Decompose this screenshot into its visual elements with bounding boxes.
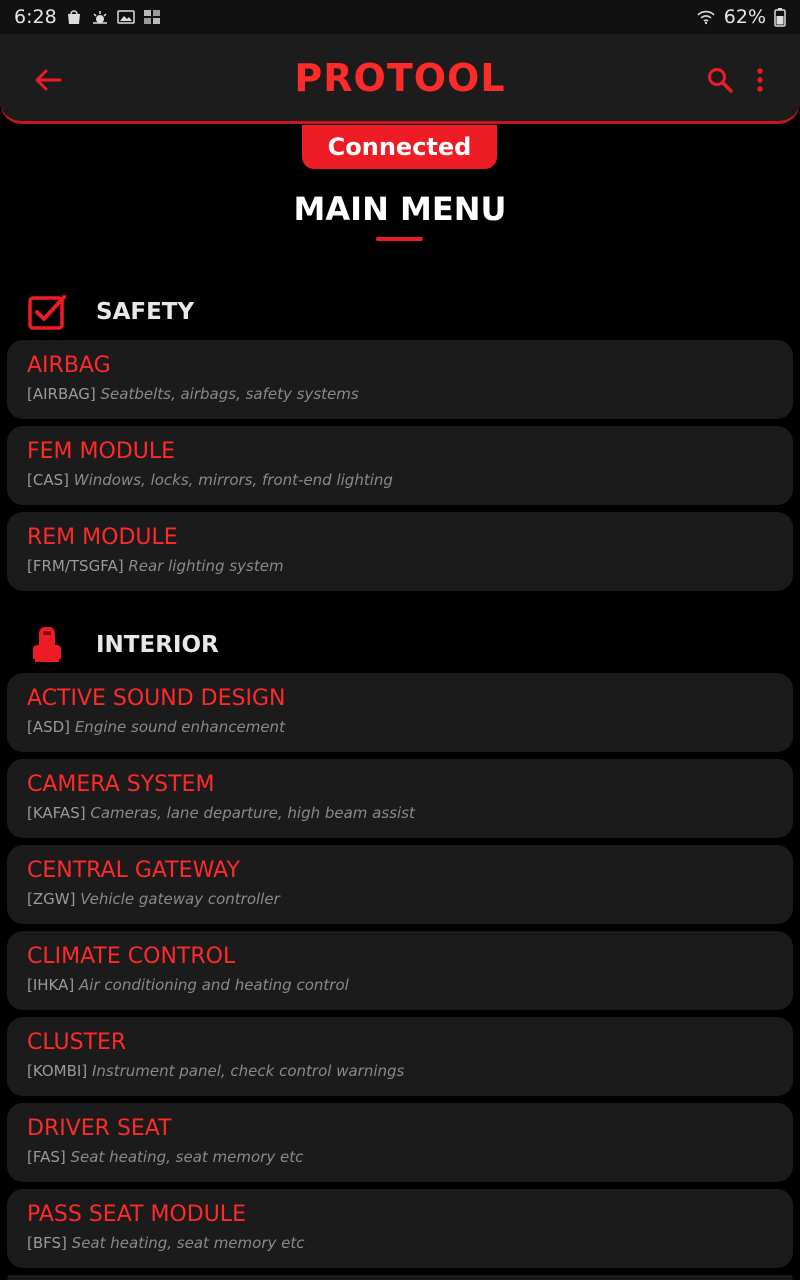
- item-title: FEM MODULE: [27, 439, 176, 464]
- checkbox-icon: [26, 292, 68, 332]
- menu-item-cluster[interactable]: CLUSTER [KOMBI] Instrument panel, check …: [7, 1017, 793, 1096]
- menu-item-airbag[interactable]: AIRBAG [AIRBAG] Seatbelts, airbags, safe…: [7, 340, 793, 419]
- battery-percentage: 62%: [723, 6, 766, 28]
- item-title: AIRBAG: [27, 353, 111, 378]
- status-bar: 6:28 62%: [0, 0, 800, 34]
- item-code: [ASD]: [27, 718, 71, 736]
- back-arrow-icon: [35, 69, 62, 91]
- menu-item-driver-seat[interactable]: DRIVER SEAT [FAS] Seat heating, seat mem…: [7, 1103, 793, 1182]
- search-button[interactable]: [700, 62, 740, 98]
- item-code: [AIRBAG]: [27, 385, 96, 403]
- menu-item-central-gateway[interactable]: CENTRAL GATEWAY [ZGW] Vehicle gateway co…: [7, 845, 793, 924]
- search-icon: [708, 68, 733, 93]
- section-label: SAFETY: [96, 299, 195, 325]
- item-title: CENTRAL GATEWAY: [27, 858, 240, 883]
- page-title: MAIN MENU: [293, 190, 507, 228]
- item-code: [FAS]: [27, 1148, 66, 1166]
- item-description: Engine sound enhancement: [74, 718, 285, 736]
- more-options-button[interactable]: [746, 62, 774, 98]
- item-description: Cameras, lane departure, high beam assis…: [90, 804, 415, 822]
- item-code: [BFS]: [27, 1234, 67, 1252]
- item-code: [KAFAS]: [27, 804, 86, 822]
- weather-icon: [92, 11, 107, 24]
- item-title: CLUSTER: [27, 1030, 127, 1055]
- app-title: PROTOOL: [294, 55, 506, 100]
- item-title: REM MODULE: [27, 525, 178, 550]
- menu-item-pass-seat-module[interactable]: PASS SEAT MODULE [BFS] Seat heating, sea…: [7, 1189, 793, 1268]
- menu-item-partial[interactable]: [7, 1275, 793, 1280]
- menu-item-active-sound-design[interactable]: ACTIVE SOUND DESIGN [ASD] Engine sound e…: [7, 673, 793, 752]
- item-description: Rear lighting system: [128, 557, 284, 575]
- item-title: DRIVER SEAT: [27, 1116, 172, 1141]
- item-description: Seatbelts, airbags, safety systems: [100, 385, 359, 403]
- section-header-safety: SAFETY: [26, 292, 786, 332]
- connection-status-badge: Connected: [302, 125, 497, 169]
- menu-item-camera-system[interactable]: CAMERA SYSTEM [KAFAS] Cameras, lane depa…: [7, 759, 793, 838]
- item-code: [ZGW]: [27, 890, 76, 908]
- item-title: PASS SEAT MODULE: [27, 1202, 246, 1227]
- item-description: Seat heating, seat memory etc: [71, 1234, 305, 1252]
- back-button[interactable]: [26, 62, 70, 98]
- section-label: INTERIOR: [96, 632, 219, 658]
- title-underline: [376, 237, 423, 241]
- item-code: [IHKA]: [27, 976, 75, 994]
- item-title: ACTIVE SOUND DESIGN: [27, 686, 286, 711]
- item-description: Instrument panel, check control warnings: [91, 1062, 405, 1080]
- item-code: [KOMBI]: [27, 1062, 88, 1080]
- car-seat-icon: [26, 625, 68, 665]
- image-icon: [116, 10, 135, 24]
- item-code: [CAS]: [27, 471, 69, 489]
- item-title: CLIMATE CONTROL: [27, 944, 236, 969]
- item-title: CAMERA SYSTEM: [27, 772, 215, 797]
- item-code: [FRM/TSGFA]: [27, 557, 124, 575]
- shopping-bag-icon: [67, 10, 80, 24]
- battery-icon: [774, 8, 786, 27]
- section-header-interior: INTERIOR: [26, 625, 786, 665]
- status-time: 6:28: [14, 6, 57, 28]
- wifi-icon: [697, 10, 715, 25]
- more-vertical-icon: [757, 68, 763, 92]
- item-description: Air conditioning and heating control: [79, 976, 349, 994]
- menu-item-fem-module[interactable]: FEM MODULE [CAS] Windows, locks, mirrors…: [7, 426, 793, 505]
- menu-item-rem-module[interactable]: REM MODULE [FRM/TSGFA] Rear lighting sys…: [7, 512, 793, 591]
- menu-item-climate-control[interactable]: CLIMATE CONTROL [IHKA] Air conditioning …: [7, 931, 793, 1010]
- app-bar: PROTOOL: [0, 34, 800, 124]
- item-description: Windows, locks, mirrors, front-end light…: [73, 471, 393, 489]
- item-description: Seat heating, seat memory etc: [70, 1148, 304, 1166]
- item-description: Vehicle gateway controller: [80, 890, 280, 908]
- gallery-icon: [143, 10, 160, 24]
